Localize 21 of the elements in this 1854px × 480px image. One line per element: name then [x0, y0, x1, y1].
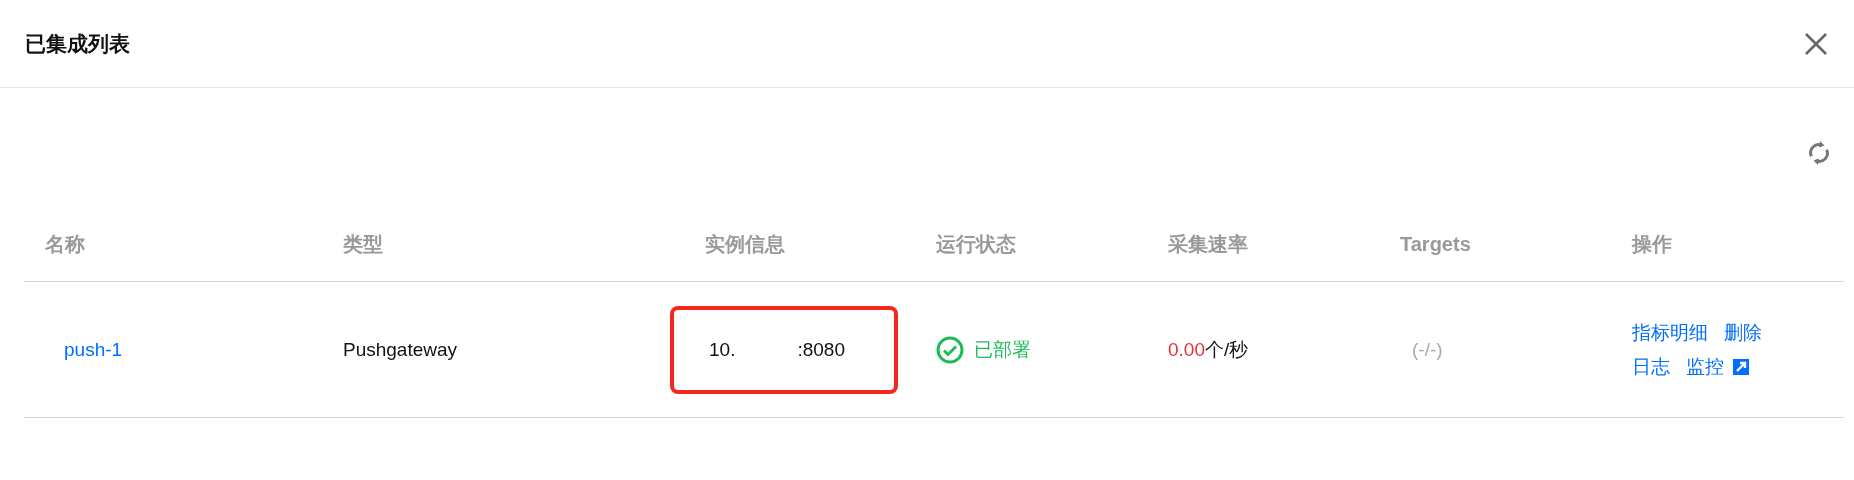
- status-text: 已部署: [974, 337, 1031, 362]
- check-circle-icon: [936, 335, 964, 364]
- window-title: 已集成列表: [25, 30, 130, 57]
- column-header: 操作: [1630, 231, 1673, 257]
- action-link[interactable]: 删除: [1724, 319, 1762, 346]
- column-header: 类型: [342, 231, 384, 257]
- name-link[interactable]: push-1: [64, 338, 123, 361]
- column-header: Targets: [1399, 232, 1472, 256]
- targets-text: (-/-): [1412, 338, 1443, 361]
- table-cell: Pushgateway: [343, 338, 458, 361]
- column-header: 运行状态: [935, 231, 1017, 257]
- ip-text: 10.: [709, 338, 736, 361]
- action-link[interactable]: 监控: [1686, 353, 1750, 380]
- column-header: 实例信息: [704, 231, 786, 257]
- rate-text: 0.00个/秒: [1168, 337, 1249, 362]
- port-text: :8080: [797, 338, 845, 361]
- column-header: 名称: [44, 231, 86, 257]
- action-link[interactable]: 指标明细: [1632, 319, 1708, 346]
- external-link-icon: [1732, 357, 1750, 376]
- column-header: 采集速率: [1167, 231, 1249, 257]
- action-link[interactable]: 日志: [1632, 353, 1670, 380]
